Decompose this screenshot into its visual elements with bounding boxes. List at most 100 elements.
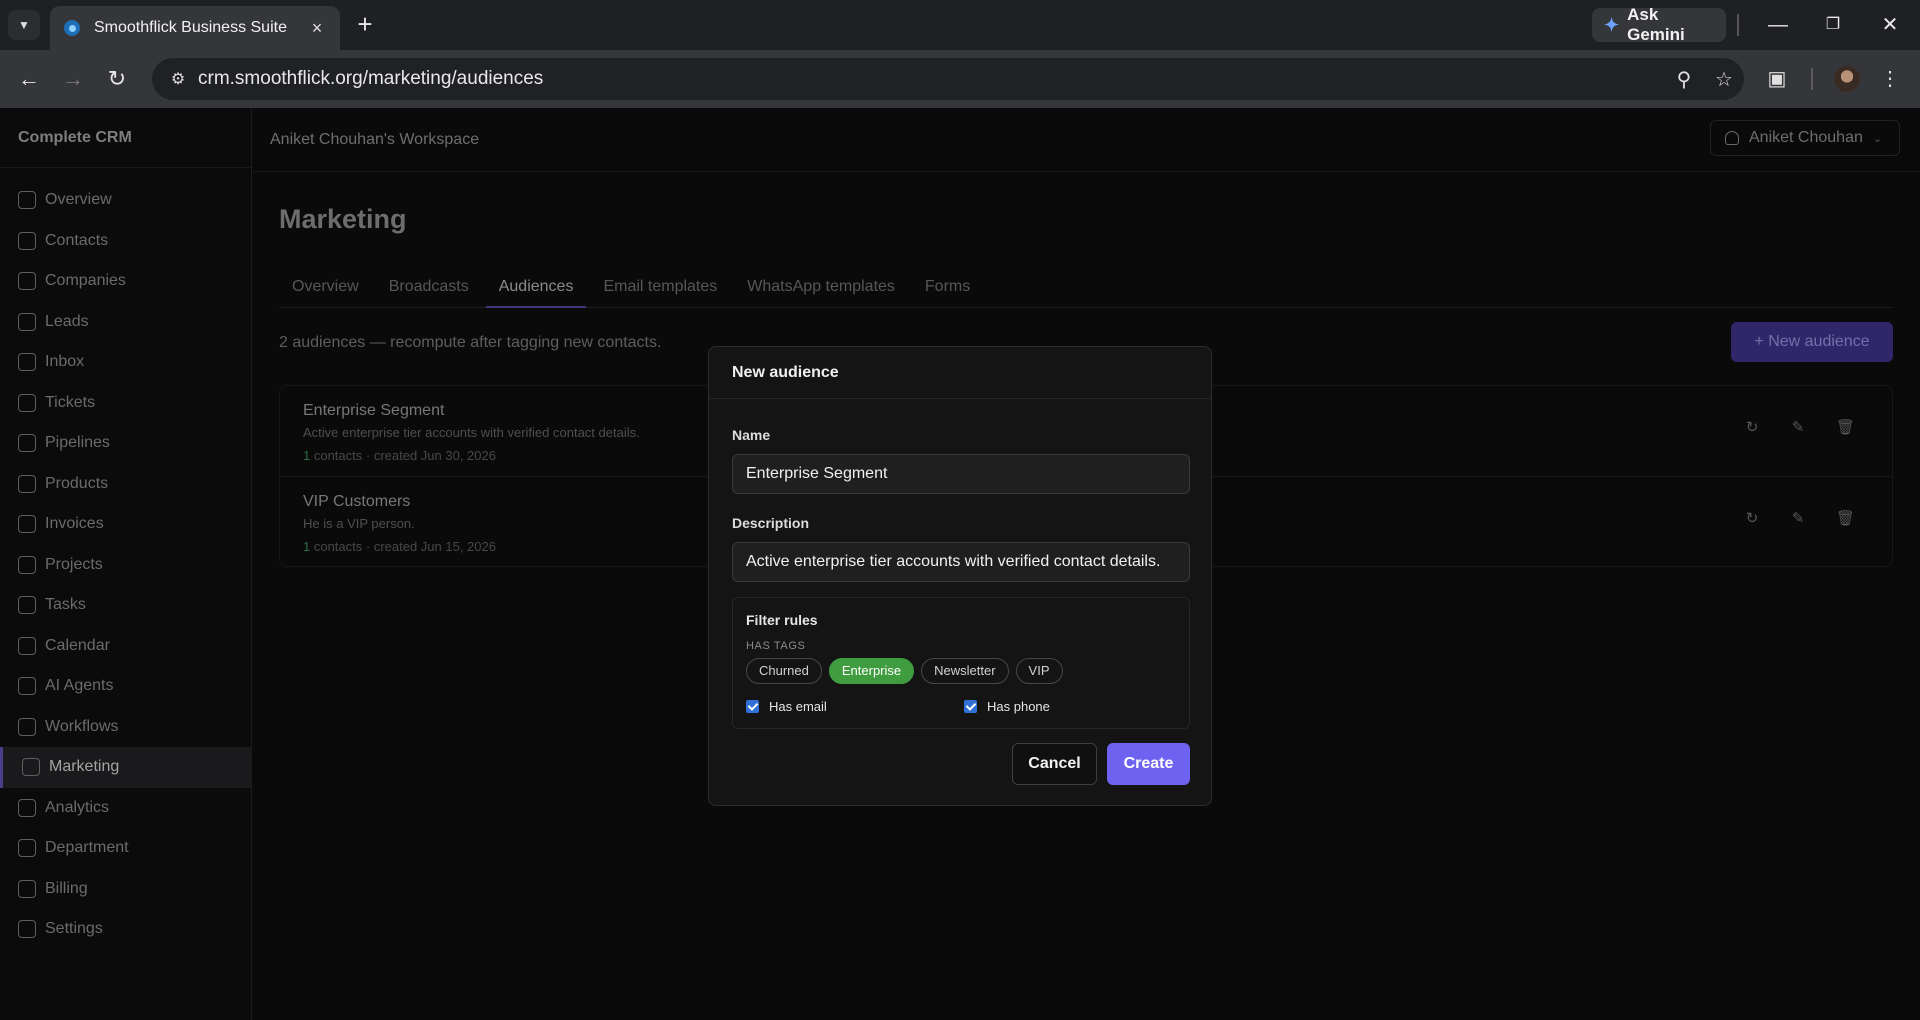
tag-chip-churned[interactable]: Churned — [746, 658, 822, 684]
cancel-button[interactable]: Cancel — [1012, 743, 1097, 785]
new-audience-button[interactable]: + New audience — [1731, 322, 1893, 362]
user-menu-button[interactable]: Aniket Chouhan ⌄ — [1710, 120, 1900, 156]
lifebuoy-icon — [18, 393, 36, 412]
sidebar-item-marketing[interactable]: Marketing — [0, 747, 251, 788]
sidebar-item-label: Workflows — [45, 717, 119, 735]
has-tags-label: HAS TAGS — [746, 640, 806, 652]
sidebar-item-contacts[interactable]: Contacts — [0, 221, 251, 262]
create-button[interactable]: Create — [1107, 743, 1190, 785]
sidebar-item-pipelines[interactable]: Pipelines — [0, 423, 251, 464]
sidebar-item-projects[interactable]: Projects — [0, 545, 251, 586]
new-audience-dialog: New audience Name Enterprise Segment Des… — [708, 346, 1212, 806]
message-icon — [18, 353, 36, 372]
tab-email-templates[interactable]: Email templates — [590, 266, 730, 308]
edit-icon[interactable]: ✎ — [1790, 511, 1806, 527]
brand-title: Complete CRM — [0, 108, 251, 168]
browser-tab[interactable]: Smoothflick Business Suite × — [50, 6, 340, 50]
sidebar-item-tasks[interactable]: Tasks — [0, 585, 251, 626]
workspace-name: Aniket Chouhan's Workspace — [270, 131, 480, 148]
has-phone-checkbox[interactable]: Has phone — [964, 699, 1050, 714]
sidebar-item-label: Companies — [45, 272, 126, 290]
name-label: Name — [732, 427, 771, 443]
sidebar-item-overview[interactable]: Overview — [0, 180, 251, 221]
has-email-checkbox[interactable]: Has email — [746, 699, 827, 714]
sidebar-item-label: Invoices — [45, 515, 104, 533]
sidebar-item-leads[interactable]: Leads — [0, 302, 251, 343]
trash-icon[interactable]: 🗑 — [1836, 511, 1855, 527]
sidebar-item-label: Inbox — [45, 353, 85, 371]
bot-icon — [18, 677, 36, 696]
chevron-down-icon: ⌄ — [1872, 132, 1883, 145]
filter-rules-title: Filter rules — [746, 612, 818, 628]
url-text[interactable]: crm.smoothflick.org/marketing/audiences — [198, 68, 1664, 90]
sidebar-item-label: Calendar — [45, 636, 110, 654]
close-window-icon[interactable]: ✕ — [1872, 10, 1908, 40]
address-bar[interactable]: ⚙ crm.smoothflick.org/marketing/audience… — [152, 58, 1744, 100]
sidebar-item-invoices[interactable]: Invoices — [0, 504, 251, 545]
sidebar-item-calendar[interactable]: Calendar — [0, 626, 251, 667]
sidebar-item-ai-agents[interactable]: AI Agents — [0, 666, 251, 707]
sidebar-item-label: Tickets — [45, 393, 96, 411]
git-branch-icon — [18, 434, 36, 453]
tab-forms[interactable]: Forms — [912, 266, 983, 308]
name-input[interactable]: Enterprise Segment — [732, 454, 1190, 494]
sidebar-item-label: Settings — [45, 920, 103, 938]
sidebar-item-workflows[interactable]: Workflows — [0, 707, 251, 748]
has-phone-label: Has phone — [987, 699, 1050, 714]
bookmark-star-icon[interactable]: ☆ — [1704, 67, 1744, 92]
checkbox-checked-icon[interactable] — [964, 700, 977, 713]
tag-chip-newsletter[interactable]: Newsletter — [921, 658, 1009, 684]
chevron-down-icon: ▼ — [18, 18, 30, 32]
tab-broadcasts[interactable]: Broadcasts — [376, 266, 482, 308]
sidebar-item-companies[interactable]: Companies — [0, 261, 251, 302]
edit-icon[interactable]: ✎ — [1790, 420, 1806, 436]
tab-overview[interactable]: Overview — [279, 266, 372, 308]
user-icon — [1725, 131, 1739, 145]
sidebar-item-label: Department — [45, 839, 129, 857]
description-input[interactable]: Active enterprise tier accounts with ver… — [732, 542, 1190, 582]
sidebar-item-department[interactable]: Department — [0, 828, 251, 869]
tab-search-button[interactable]: ▼ — [8, 10, 40, 40]
reload-icon[interactable]: ↻ — [102, 64, 132, 94]
new-tab-button[interactable]: + — [352, 11, 378, 38]
sidebar-item-inbox[interactable]: Inbox — [0, 342, 251, 383]
tag-chip-enterprise[interactable]: Enterprise — [828, 658, 915, 684]
tab-title: Smoothflick Business Suite — [94, 19, 287, 36]
browser-menu-icon[interactable]: ⋮ — [1878, 64, 1902, 94]
sidebar-item-tickets[interactable]: Tickets — [0, 383, 251, 424]
sidebar-item-settings[interactable]: Settings — [0, 909, 251, 950]
site-info-icon[interactable]: ⚙ — [158, 58, 198, 100]
building-icon — [18, 272, 36, 291]
sidebar: Complete CRM Overview Contacts Companies… — [0, 108, 252, 1020]
sidebar-item-label: Analytics — [45, 798, 110, 816]
recompute-icon[interactable]: ↻ — [1744, 420, 1760, 436]
restore-icon[interactable]: ❐ — [1815, 10, 1851, 40]
extensions-icon[interactable]: ▣ — [1762, 64, 1792, 94]
checkbox-checked-icon[interactable] — [746, 700, 759, 713]
sidebar-item-label: AI Agents — [45, 677, 114, 695]
zoom-icon[interactable]: ⚲ — [1664, 67, 1704, 92]
tab-audiences[interactable]: Audiences — [485, 266, 587, 308]
credit-card-icon — [18, 879, 36, 898]
sidebar-item-label: Leads — [45, 312, 89, 330]
sidebar-item-label: Billing — [45, 879, 88, 897]
home-icon — [18, 191, 36, 210]
profile-avatar[interactable] — [1834, 66, 1860, 92]
forward-icon[interactable]: → — [58, 64, 88, 94]
back-icon[interactable]: ← — [14, 64, 44, 94]
workflow-icon — [18, 717, 36, 736]
sidebar-item-analytics[interactable]: Analytics — [0, 788, 251, 829]
sidebar-item-billing[interactable]: Billing — [0, 869, 251, 910]
ask-gemini-button[interactable]: ✦ Ask Gemini — [1592, 5, 1726, 44]
sidebar-item-label: Marketing — [49, 758, 120, 776]
close-tab-icon[interactable]: × — [308, 19, 326, 37]
tab-whatsapp-templates[interactable]: WhatsApp templates — [734, 266, 908, 308]
sidebar-item-products[interactable]: Products — [0, 464, 251, 505]
minimize-icon[interactable]: — — [1760, 10, 1796, 40]
check-square-icon — [18, 596, 36, 615]
row-actions: ↻ ✎ 🗑 — [1744, 511, 1855, 527]
trash-icon[interactable]: 🗑 — [1836, 420, 1855, 436]
tag-chip-vip[interactable]: VIP — [1015, 658, 1063, 684]
page-title: Marketing — [279, 204, 407, 234]
recompute-icon[interactable]: ↻ — [1744, 511, 1760, 527]
